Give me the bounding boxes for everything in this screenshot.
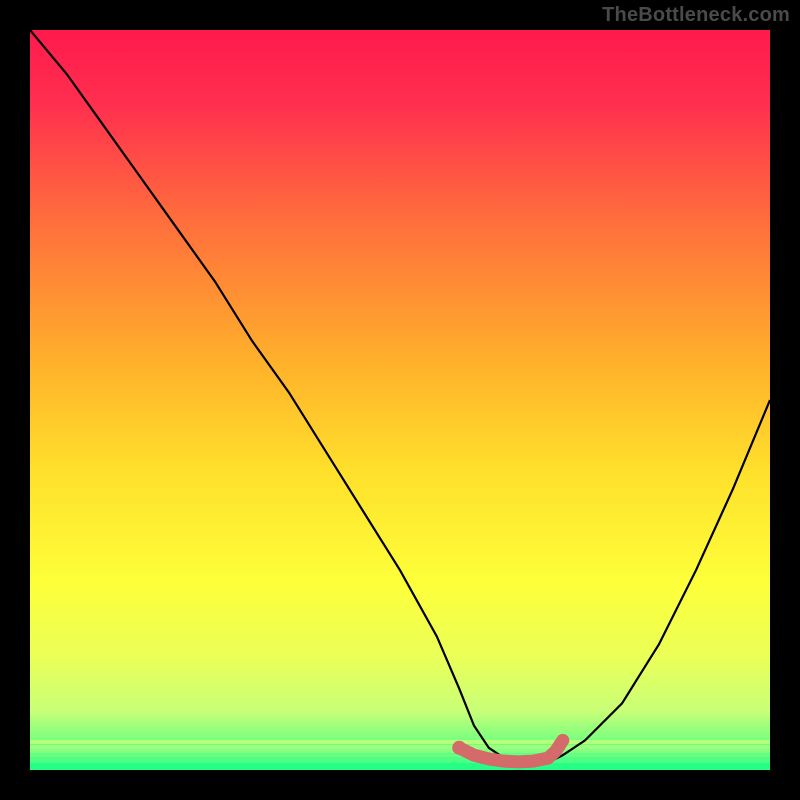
curve-svg <box>30 30 770 770</box>
optimal-range-path <box>459 740 563 761</box>
plot-area <box>30 30 770 770</box>
optimal-start-dot <box>452 741 466 755</box>
bottleneck-curve-path <box>30 30 770 763</box>
chart-stage: TheBottleneck.com <box>0 0 800 800</box>
watermark-text: TheBottleneck.com <box>602 4 790 27</box>
